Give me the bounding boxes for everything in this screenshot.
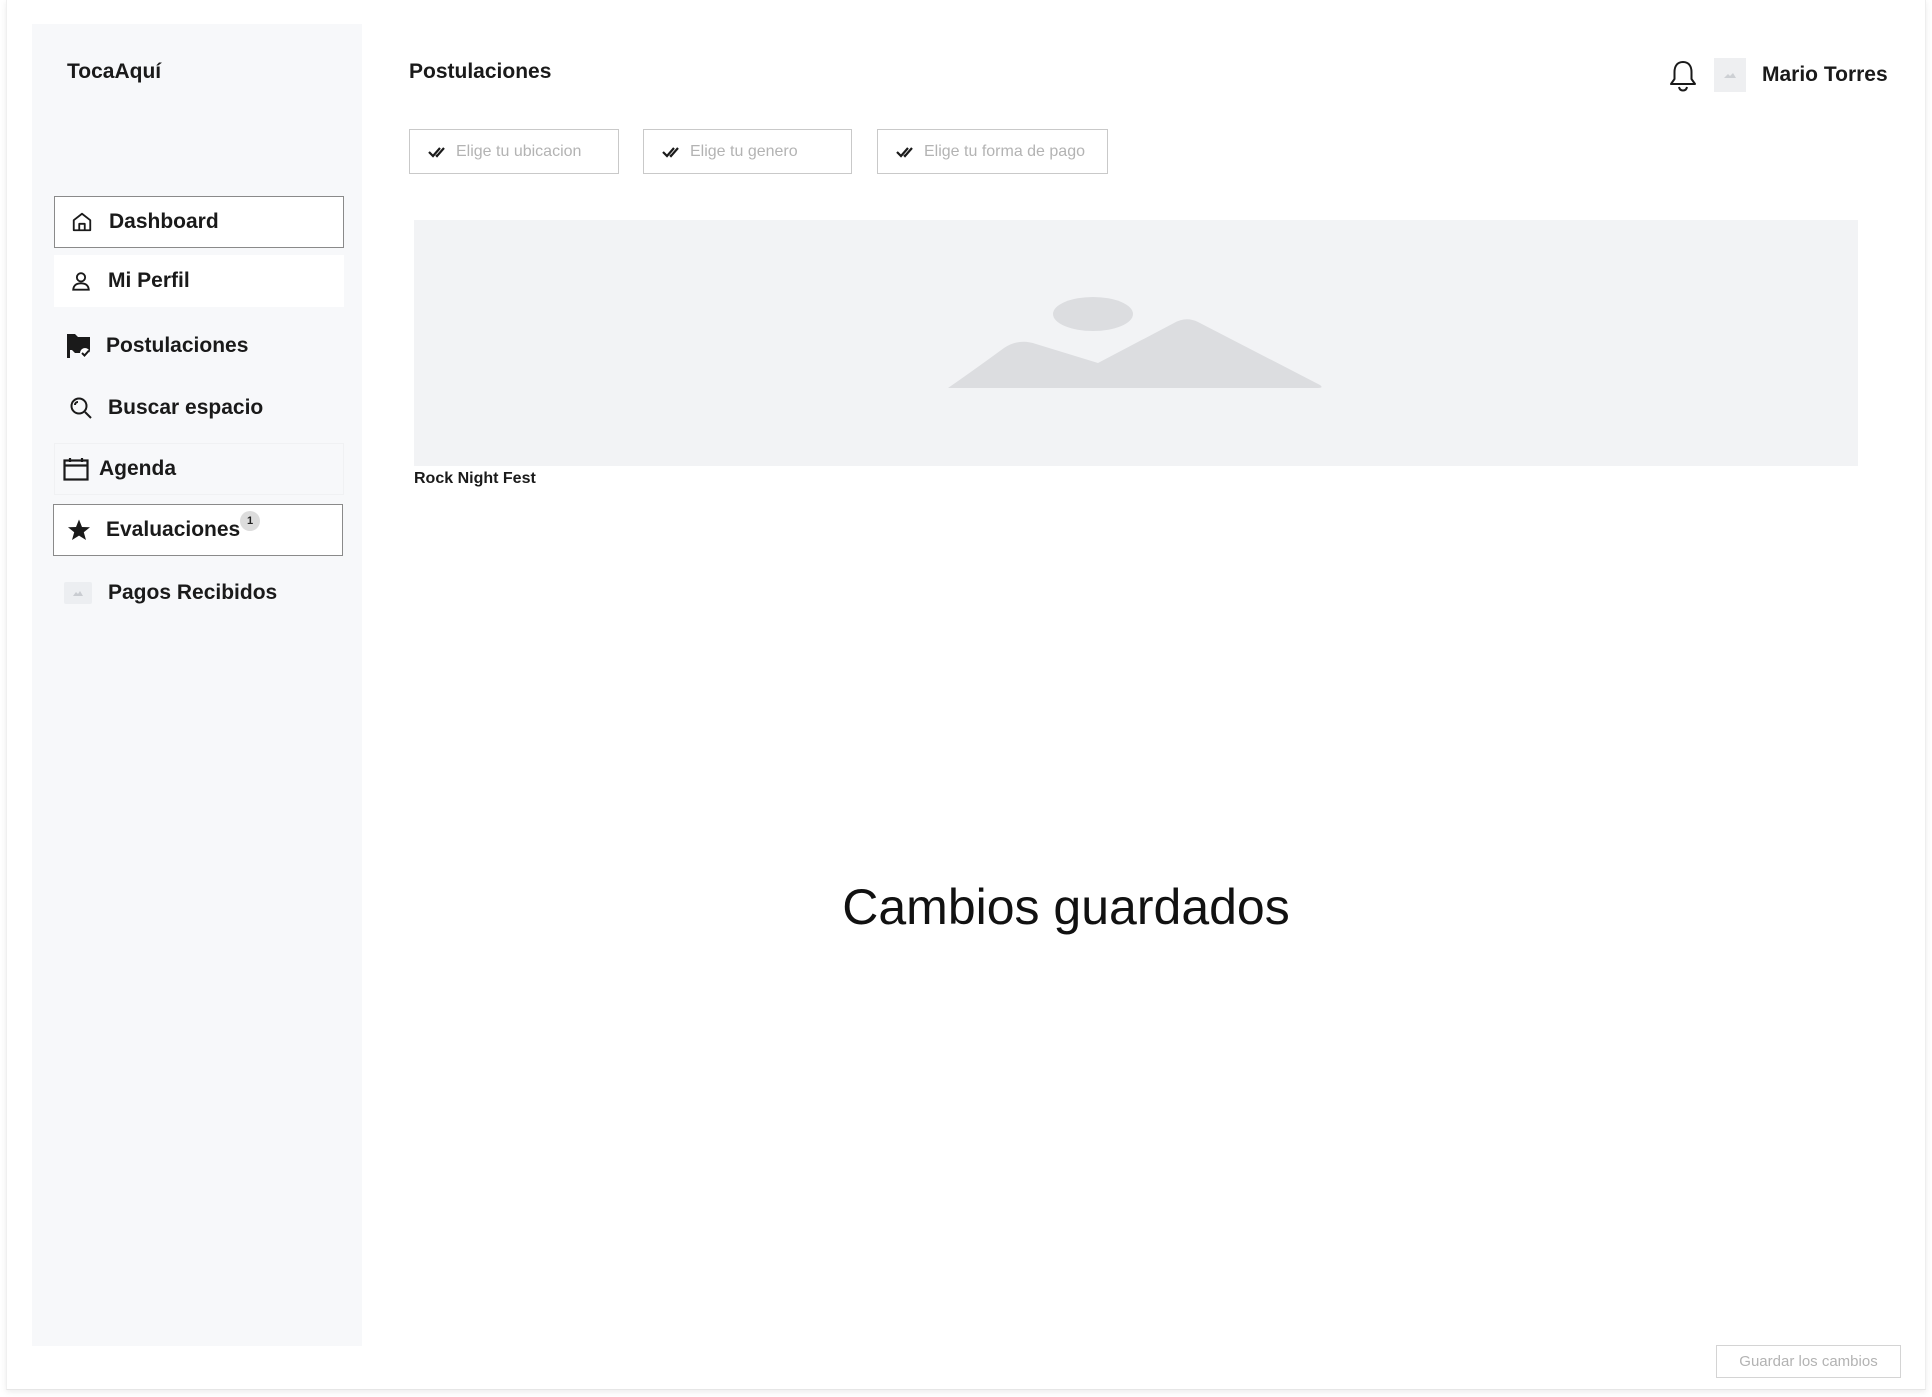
check-icon xyxy=(896,146,913,158)
toast-message: Cambios guardados xyxy=(842,879,1290,935)
sidebar-item-label: Mi Perfil xyxy=(108,269,190,292)
genre-filter-placeholder: Elige tu genero xyxy=(690,142,798,160)
brand-logo[interactable]: TocaAquí xyxy=(67,60,161,84)
user-icon xyxy=(68,268,94,294)
sidebar-item-agenda[interactable]: Agenda xyxy=(54,443,344,495)
avatar[interactable] xyxy=(1714,58,1746,92)
check-icon xyxy=(662,146,679,158)
event-image[interactable] xyxy=(414,220,1858,466)
sidebar-item-buscar-espacio[interactable]: Buscar espacio xyxy=(54,382,344,434)
location-filter[interactable]: Elige tu ubicacion xyxy=(409,129,619,174)
sidebar-item-mi-perfil[interactable]: Mi Perfil xyxy=(54,255,344,307)
sidebar-item-label: Evaluaciones xyxy=(106,518,241,541)
search-icon xyxy=(68,395,94,421)
sidebar-item-pagos-recibidos[interactable]: Pagos Recibidos xyxy=(54,567,344,619)
bell-icon[interactable] xyxy=(1668,60,1698,92)
notification-badge: 1 xyxy=(240,511,260,531)
sidebar-item-label: Pagos Recibidos xyxy=(108,581,278,604)
event-name[interactable]: Rock Night Fest xyxy=(414,470,536,488)
sidebar-item-label: Agenda xyxy=(99,457,177,480)
sidebar-item-label: Buscar espacio xyxy=(108,396,264,419)
sidebar-item-dashboard[interactable]: Dashboard xyxy=(54,196,344,248)
image-placeholder-icon xyxy=(948,297,1322,388)
user-name[interactable]: Mario Torres xyxy=(1762,63,1888,87)
sidebar-item-postulaciones[interactable]: Postulaciones xyxy=(54,320,344,372)
sidebar-item-evaluaciones[interactable]: Evaluaciones 1 xyxy=(53,504,343,556)
star-icon xyxy=(66,517,92,543)
genre-filter[interactable]: Elige tu genero xyxy=(643,129,852,174)
payment-filter[interactable]: Elige tu forma de pago xyxy=(877,129,1108,174)
check-icon xyxy=(428,146,445,158)
save-button[interactable]: Guardar los cambios xyxy=(1716,1345,1901,1378)
sidebar-item-label: Dashboard xyxy=(109,210,219,233)
home-icon xyxy=(69,209,95,235)
sidebar-item-label: Postulaciones xyxy=(106,334,249,357)
calendar-icon xyxy=(63,456,89,482)
payment-filter-placeholder: Elige tu forma de pago xyxy=(924,142,1085,160)
flag-check-icon xyxy=(66,333,92,359)
location-filter-placeholder: Elige tu ubicacion xyxy=(456,142,582,160)
page-title: Postulaciones xyxy=(409,60,552,83)
image-placeholder-icon xyxy=(62,580,94,606)
